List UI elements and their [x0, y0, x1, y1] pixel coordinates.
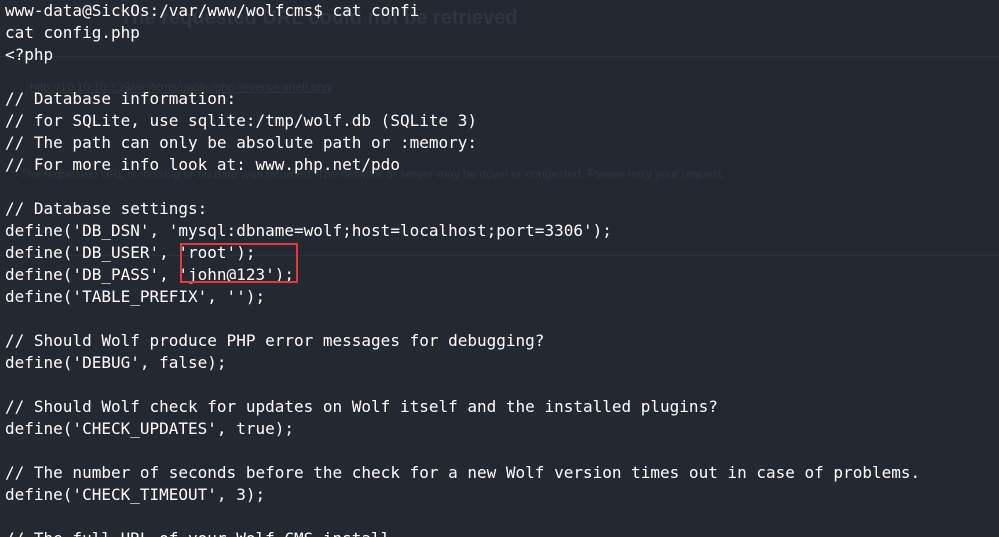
credentials-highlight-box	[180, 243, 298, 283]
terminal-line: // The path can only be absolute path or…	[5, 133, 478, 152]
terminal-line: cat config.php	[5, 23, 140, 42]
terminal-line: // The full URL of your Wolf CMS install	[5, 528, 920, 537]
terminal-line: // for SQLite, use sqlite:/tmp/wolf.db (…	[5, 111, 478, 130]
terminal-line: define('TABLE_PREFIX', '');	[5, 287, 266, 306]
terminal-line-db-pass: define('DB_PASS', 'john@123');	[5, 265, 294, 284]
terminal-line: // Database information:	[5, 89, 237, 108]
terminal-line: // Should Wolf produce PHP error message…	[5, 331, 545, 350]
terminal-line: www-data@SickOs:/var/www/wolfcms$ cat co…	[5, 1, 420, 20]
terminal-line: // For more info look at: www.php.net/pd…	[5, 155, 400, 174]
terminal-line: // Database settings:	[5, 199, 208, 218]
terminal-line: define('DB_DSN', 'mysql:dbname=wolf;host…	[5, 221, 612, 240]
terminal-output: www-data@SickOs:/var/www/wolfcms$ cat co…	[5, 0, 920, 537]
terminal-line: <?php	[5, 45, 54, 64]
terminal-line: define('CHECK_UPDATES', true);	[5, 419, 294, 438]
terminal-line: define('DEBUG', false);	[5, 353, 227, 372]
terminal-line: // The number of seconds before the chec…	[5, 463, 921, 482]
terminal-line: // Should Wolf check for updates on Wolf…	[5, 397, 718, 416]
terminal-window[interactable]: The requested URL could not be retrieved…	[0, 0, 999, 537]
terminal-line: define('CHECK_TIMEOUT', 3);	[5, 485, 266, 504]
terminal-line-db-user: define('DB_USER', 'root');	[5, 243, 256, 262]
